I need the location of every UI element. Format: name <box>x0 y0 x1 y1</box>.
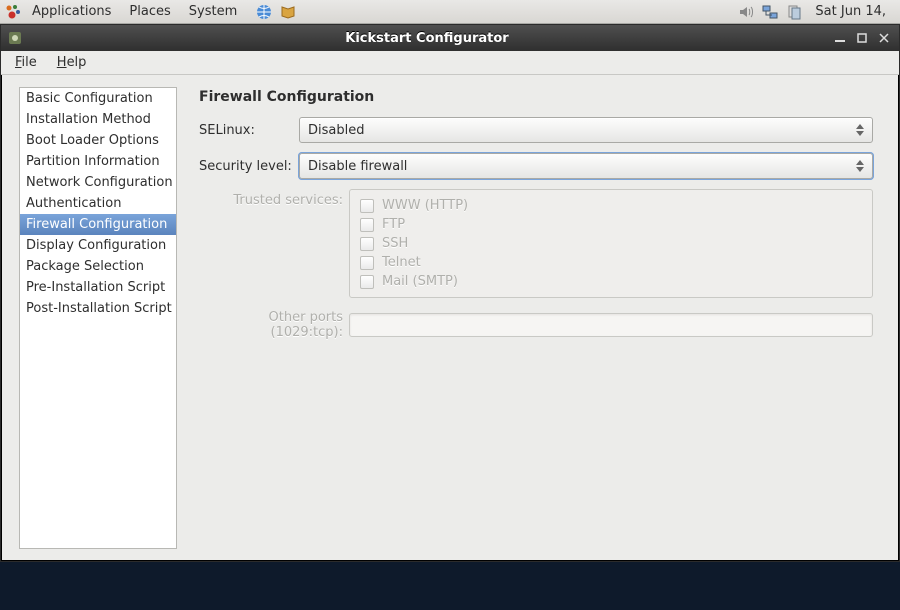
main-pane: Firewall Configuration SELinux: Disabled… <box>177 75 899 561</box>
sidebar-item-firewall[interactable]: Firewall Configuration <box>20 214 176 235</box>
security-level-value: Disable firewall <box>308 159 407 174</box>
sidebar-item-network[interactable]: Network Configuration <box>20 172 176 193</box>
window-title: Kickstart Configurator <box>27 31 827 46</box>
minimize-button[interactable] <box>831 30 849 46</box>
trusted-services-box: WWW (HTTP) FTP SSH Telnet Mail (SMTP) <box>349 189 873 298</box>
checkbox <box>360 275 374 289</box>
titlebar: Kickstart Configurator <box>1 25 899 51</box>
clipboard-icon[interactable] <box>785 3 803 21</box>
service-row: Telnet <box>360 253 862 272</box>
volume-icon[interactable] <box>737 3 755 21</box>
app-icon <box>7 30 23 46</box>
service-row: SSH <box>360 234 862 253</box>
combo-spinner-icon <box>852 121 868 139</box>
other-ports-input <box>349 313 873 337</box>
sidebar-item-boot-loader[interactable]: Boot Loader Options <box>20 130 176 151</box>
checkbox <box>360 218 374 232</box>
menu-help[interactable]: Help <box>47 53 97 72</box>
gnome-panel: Applications Places System Sat Jun 14, <box>0 0 900 24</box>
checkbox <box>360 237 374 251</box>
gnome-foot-icon <box>4 3 22 21</box>
panel-clock[interactable]: Sat Jun 14, <box>809 2 892 21</box>
globe-icon[interactable] <box>255 3 273 21</box>
checkbox <box>360 256 374 270</box>
sidebar-item-partition[interactable]: Partition Information <box>20 151 176 172</box>
menu-file[interactable]: File <box>5 53 47 72</box>
app-window: Kickstart Configurator File Help Basic C… <box>0 24 900 562</box>
service-row: FTP <box>360 215 862 234</box>
trusted-services-label: Trusted services: <box>199 189 349 208</box>
service-label: FTP <box>382 217 405 232</box>
sidebar: Basic Configuration Installation Method … <box>19 87 177 549</box>
sidebar-item-packages[interactable]: Package Selection <box>20 256 176 277</box>
selinux-value: Disabled <box>308 123 364 138</box>
network-icon[interactable] <box>761 3 779 21</box>
selinux-combo[interactable]: Disabled <box>299 117 873 143</box>
service-label: WWW (HTTP) <box>382 198 468 213</box>
book-icon[interactable] <box>279 3 297 21</box>
service-row: Mail (SMTP) <box>360 272 862 291</box>
panel-menu-applications[interactable]: Applications <box>24 2 119 21</box>
checkbox <box>360 199 374 213</box>
sidebar-item-post-script[interactable]: Post-Installation Script <box>20 298 176 319</box>
sidebar-item-display[interactable]: Display Configuration <box>20 235 176 256</box>
service-row: WWW (HTTP) <box>360 196 862 215</box>
service-label: Telnet <box>382 255 421 270</box>
sidebar-item-install-method[interactable]: Installation Method <box>20 109 176 130</box>
selinux-label: SELinux: <box>199 123 299 138</box>
sidebar-item-basic[interactable]: Basic Configuration <box>20 88 176 109</box>
sidebar-item-pre-script[interactable]: Pre-Installation Script <box>20 277 176 298</box>
service-label: SSH <box>382 236 408 251</box>
menubar: File Help <box>1 51 899 75</box>
security-level-label: Security level: <box>199 159 299 174</box>
panel-menu-system[interactable]: System <box>181 2 245 21</box>
maximize-button[interactable] <box>853 30 871 46</box>
panel-menu-places[interactable]: Places <box>121 2 178 21</box>
service-label: Mail (SMTP) <box>382 274 458 289</box>
sidebar-item-auth[interactable]: Authentication <box>20 193 176 214</box>
other-ports-label: Other ports (1029:tcp): <box>199 310 349 340</box>
close-button[interactable] <box>875 30 893 46</box>
combo-spinner-icon <box>852 157 868 175</box>
security-level-combo[interactable]: Disable firewall <box>299 153 873 179</box>
page-title: Firewall Configuration <box>199 89 873 105</box>
